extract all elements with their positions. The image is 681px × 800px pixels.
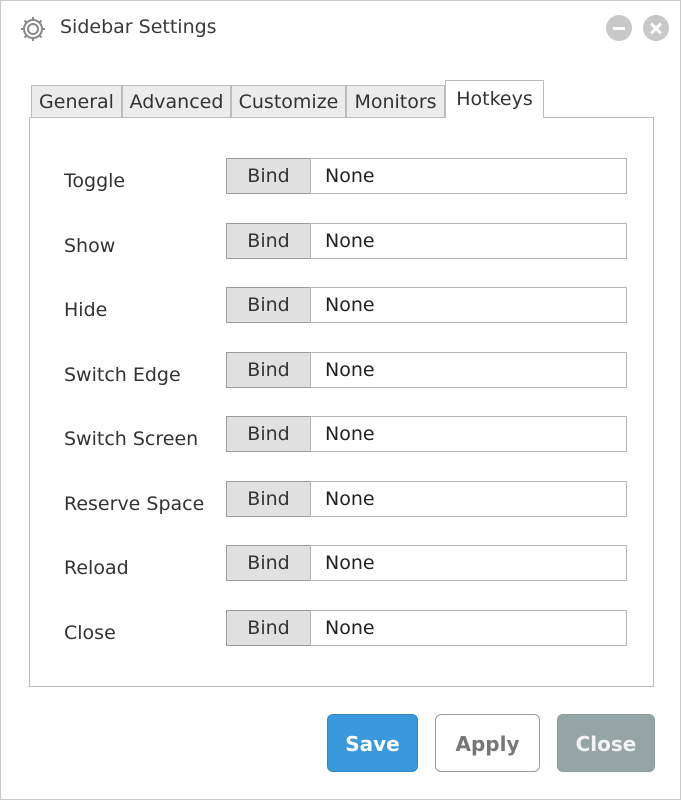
hotkey-label: Switch Edge <box>64 364 181 386</box>
close-icon[interactable] <box>643 15 669 41</box>
hotkey-row-switch-screen: Switch Screen Bind None <box>30 416 653 454</box>
close-hotkey-field[interactable]: None <box>310 610 627 646</box>
hotkey-row-reload: Reload Bind None <box>30 545 653 583</box>
bind-reserve-space-button[interactable]: Bind <box>226 481 311 517</box>
tab-advanced[interactable]: Advanced <box>122 85 231 117</box>
save-button[interactable]: Save <box>327 714 418 772</box>
bind-close-button[interactable]: Bind <box>226 610 311 646</box>
tab-general[interactable]: General <box>31 85 122 117</box>
hotkeys-panel: Toggle Bind None Show Bind None Hide Bin… <box>29 117 654 687</box>
show-hotkey-field[interactable]: None <box>310 223 627 259</box>
bind-toggle-button[interactable]: Bind <box>226 158 311 194</box>
hotkey-label: Reload <box>64 557 129 579</box>
switch-screen-hotkey-field[interactable]: None <box>310 416 627 452</box>
tab-hotkeys[interactable]: Hotkeys <box>445 80 544 118</box>
toggle-hotkey-field[interactable]: None <box>310 158 627 194</box>
bind-reload-button[interactable]: Bind <box>226 545 311 581</box>
hotkey-label: Reserve Space <box>64 493 205 515</box>
hotkey-row-hide: Hide Bind None <box>30 287 653 325</box>
window-title: Sidebar Settings <box>60 16 217 38</box>
hotkey-label: Close <box>64 622 116 644</box>
reserve-space-hotkey-field[interactable]: None <box>310 481 627 517</box>
hotkey-row-show: Show Bind None <box>30 223 653 261</box>
hide-hotkey-field[interactable]: None <box>310 287 627 323</box>
hotkey-row-switch-edge: Switch Edge Bind None <box>30 352 653 390</box>
hotkey-label: Switch Screen <box>64 428 199 450</box>
tab-monitors[interactable]: Monitors <box>346 85 445 117</box>
hotkey-row-reserve-space: Reserve Space Bind None <box>30 481 653 519</box>
hotkey-label: Hide <box>64 299 108 321</box>
bind-show-button[interactable]: Bind <box>226 223 311 259</box>
gear-icon <box>21 17 45 41</box>
title-bar: Sidebar Settings <box>1 1 680 57</box>
settings-window: Sidebar Settings General Advanced Custom… <box>0 0 681 800</box>
hotkey-label: Show <box>64 235 116 257</box>
minimize-icon[interactable] <box>606 15 632 41</box>
bind-switch-edge-button[interactable]: Bind <box>226 352 311 388</box>
close-button[interactable]: Close <box>557 714 655 772</box>
tab-customize[interactable]: Customize <box>231 85 346 117</box>
switch-edge-hotkey-field[interactable]: None <box>310 352 627 388</box>
hotkey-row-toggle: Toggle Bind None <box>30 158 653 196</box>
reload-hotkey-field[interactable]: None <box>310 545 627 581</box>
bind-hide-button[interactable]: Bind <box>226 287 311 323</box>
hotkey-row-close: Close Bind None <box>30 610 653 648</box>
bind-switch-screen-button[interactable]: Bind <box>226 416 311 452</box>
hotkey-label: Toggle <box>64 170 126 192</box>
apply-button[interactable]: Apply <box>435 714 540 772</box>
